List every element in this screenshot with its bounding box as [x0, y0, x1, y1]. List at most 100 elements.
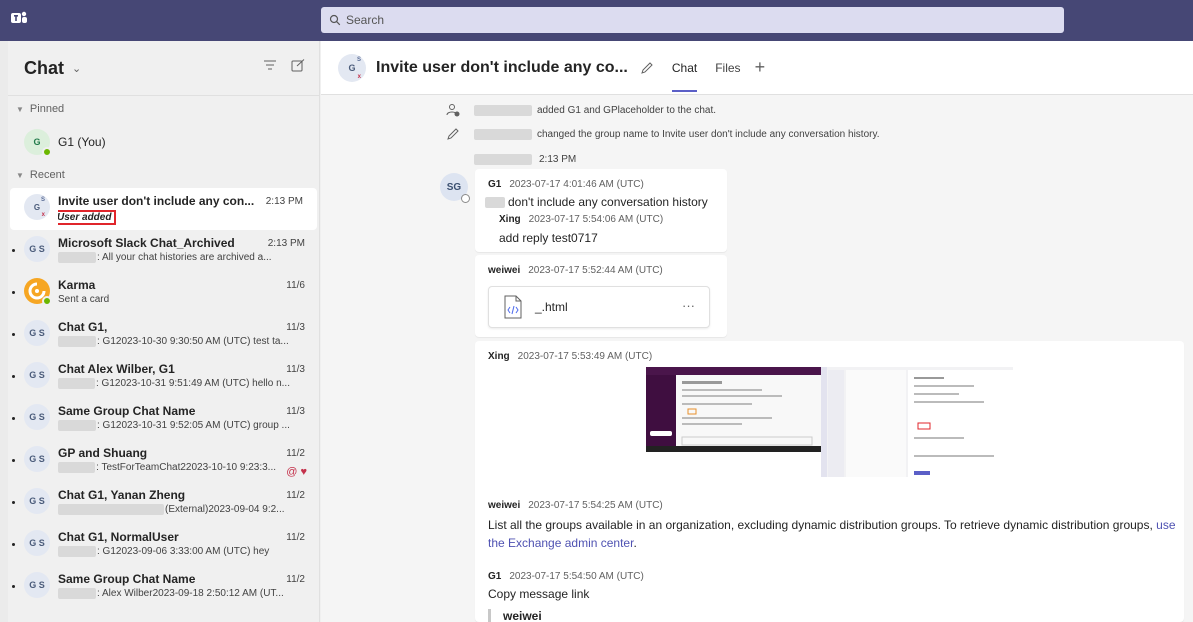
- app-rail: [0, 41, 8, 622]
- chevron-down-icon[interactable]: ⌄: [72, 62, 81, 75]
- chat-title: Same Group Chat Name: [58, 404, 196, 418]
- pinned-item-g1[interactable]: G G1 (You): [8, 122, 319, 162]
- pinned-label: Pinned: [29, 103, 65, 115]
- avatar: G S: [24, 320, 50, 346]
- tab-files[interactable]: Files: [715, 41, 740, 95]
- file-attachment[interactable]: _.html ···: [488, 286, 710, 328]
- more-options-icon[interactable]: ···: [682, 298, 695, 313]
- chat-time: 11/3: [286, 322, 305, 333]
- chat-list-item[interactable]: G S Same Group Chat Name : Alex Wilber20…: [8, 566, 319, 608]
- chat-time: 11/6: [286, 280, 305, 291]
- chat-preview-text: : Alex Wilber2023-09-18 2:50:12 AM (UT..…: [97, 588, 284, 599]
- avatar: G S: [24, 572, 50, 598]
- recent-section-label[interactable]: ▼ Recent: [8, 162, 319, 188]
- chat-list-title[interactable]: Chat: [24, 58, 64, 79]
- conversation-header: G S x Invite user don't include any co..…: [321, 41, 1193, 95]
- unread-dot: [12, 333, 15, 336]
- avatar-initials: SG: [446, 181, 462, 193]
- avatar: G S: [24, 488, 50, 514]
- avatar-sub-initial: S: [40, 197, 45, 203]
- chat-preview-text: : G12023-10-31 9:51:49 AM (UTC) hello n.…: [96, 378, 290, 389]
- triangle-down-icon: ▼: [16, 170, 24, 180]
- avatar: G S: [24, 446, 50, 472]
- message-group-card: Xing 2023-07-17 5:53:49 AM (UTC) weiwei …: [475, 341, 1184, 622]
- avatar-initials: G S: [29, 370, 45, 380]
- new-chat-icon[interactable]: [291, 59, 305, 72]
- pencil-icon[interactable]: [640, 61, 654, 75]
- message-meta: 2:13 PM: [474, 154, 576, 165]
- chat-preview: (External)2023-09-04 9:2...: [58, 504, 290, 515]
- unread-dot: [12, 375, 15, 378]
- reply-time: 2023-07-17 5:54:06 AM (UTC): [528, 214, 664, 225]
- avatar: G S x: [24, 194, 50, 220]
- system-text: changed the group name to Invite user do…: [537, 128, 880, 140]
- chat-list-item[interactable]: G S Chat Alex Wilber, G1 : G12023-10-31 …: [8, 356, 319, 398]
- quote-author: weiwei: [503, 609, 542, 622]
- avatar-initials: G: [33, 202, 41, 212]
- avatar-initials: G S: [29, 244, 45, 254]
- screenshot-image[interactable]: [646, 367, 1013, 477]
- avatar-initials: G S: [29, 412, 45, 422]
- html-file-icon: [504, 295, 522, 319]
- message-card[interactable]: weiwei 2023-07-17 5:52:44 AM (UTC) _.htm…: [475, 255, 727, 337]
- avatar-initials: G S: [29, 328, 45, 338]
- chat-list-item[interactable]: G S x Invite user don't include any con.…: [10, 188, 317, 230]
- add-tab-icon[interactable]: +: [755, 57, 766, 78]
- search-input[interactable]: Search: [321, 7, 1064, 33]
- system-text: added G1 and GPlaceholder to the chat.: [537, 104, 717, 116]
- chat-preview-text: : All your chat histories are archived a…: [97, 252, 272, 263]
- teams-logo-icon[interactable]: [10, 9, 28, 27]
- avatar: G S: [24, 404, 50, 430]
- filter-icon[interactable]: [263, 59, 277, 71]
- chat-title: Chat Alex Wilber, G1: [58, 362, 175, 376]
- chat-preview: : TestForTeamChat22023-10-10 9:23:3...: [58, 462, 276, 473]
- chat-title: GP and Shuang: [58, 446, 148, 460]
- chat-preview-text: : TestForTeamChat22023-10-10 9:23:3...: [96, 462, 276, 473]
- chat-list-item[interactable]: G S Microsoft Slack Chat_Archived : All …: [8, 230, 319, 272]
- conversation-pane: G S x Invite user don't include any co..…: [321, 41, 1193, 622]
- chat-time: 11/2: [286, 574, 305, 585]
- redacted-name: [474, 128, 532, 140]
- chat-time: 11/2: [286, 490, 305, 501]
- message-time: 2023-07-17 4:01:46 AM (UTC): [509, 179, 644, 190]
- chat-list-item[interactable]: G S Chat G1, NormalUser : G12023-09-06 3…: [8, 524, 319, 566]
- chat-title: Invite user don't include any con...: [58, 194, 255, 208]
- redacted-text: [485, 196, 505, 208]
- chat-title: Same Group Chat Name: [58, 572, 196, 586]
- message-text-tail: .: [633, 536, 637, 550]
- chat-list-item[interactable]: G S GP and Shuang : TestForTeamChat22023…: [8, 440, 319, 482]
- chat-list-item[interactable]: Karma Sent a card 11/6: [8, 272, 319, 314]
- urgent-icon: ♥: [300, 466, 307, 478]
- chat-indicators: @ ♥: [286, 466, 307, 478]
- redacted-name: [58, 588, 96, 599]
- chat-list-item[interactable]: G S Chat G1, Yanan Zheng (External)2023-…: [8, 482, 319, 524]
- message-author: weiwei: [488, 500, 521, 511]
- chat-title: Chat G1, Yanan Zheng: [58, 488, 186, 502]
- triangle-down-icon: ▼: [16, 104, 24, 114]
- chat-preview: Sent a card: [58, 294, 110, 305]
- chat-list-pane: Chat ⌄ ▼ Pinned G G1 (You) ▼ Recent G S x …: [8, 41, 320, 622]
- message-author: G1: [488, 179, 502, 190]
- chat-title: Microsoft Slack Chat_Archived: [58, 236, 235, 250]
- unread-dot: [12, 417, 15, 420]
- chat-list-item[interactable]: G S Chat G1, : G12023-10-30 9:30:50 AM (…: [8, 314, 319, 356]
- message-time: 2:13 PM: [539, 154, 577, 165]
- chat-list-header: Chat ⌄: [8, 41, 319, 95]
- quoted-message: weiwei: [488, 609, 542, 622]
- pinned-section-label[interactable]: ▼ Pinned: [8, 96, 319, 122]
- message-time: 2023-07-17 5:54:25 AM (UTC): [528, 500, 663, 511]
- presence-available-icon: [42, 296, 52, 306]
- avatar-x-icon: x: [357, 73, 361, 80]
- chat-time: 2:13 PM: [265, 196, 303, 207]
- tab-chat[interactable]: Chat: [671, 41, 698, 95]
- recent-label: Recent: [29, 169, 65, 181]
- presence-available-icon: [42, 147, 52, 157]
- message-card[interactable]: G1 2023-07-17 4:01:46 AM (UTC) don't inc…: [475, 169, 727, 252]
- sender-avatar[interactable]: SG: [440, 173, 470, 203]
- avatar-x-icon: x: [41, 212, 45, 218]
- message-time: 2023-07-17 5:52:44 AM (UTC): [528, 265, 663, 276]
- redacted-name: [474, 104, 532, 116]
- search-icon: [329, 14, 341, 26]
- chat-preview: : All your chat histories are archived a…: [58, 252, 290, 263]
- chat-list-item[interactable]: G S Same Group Chat Name : G12023-10-31 …: [8, 398, 319, 440]
